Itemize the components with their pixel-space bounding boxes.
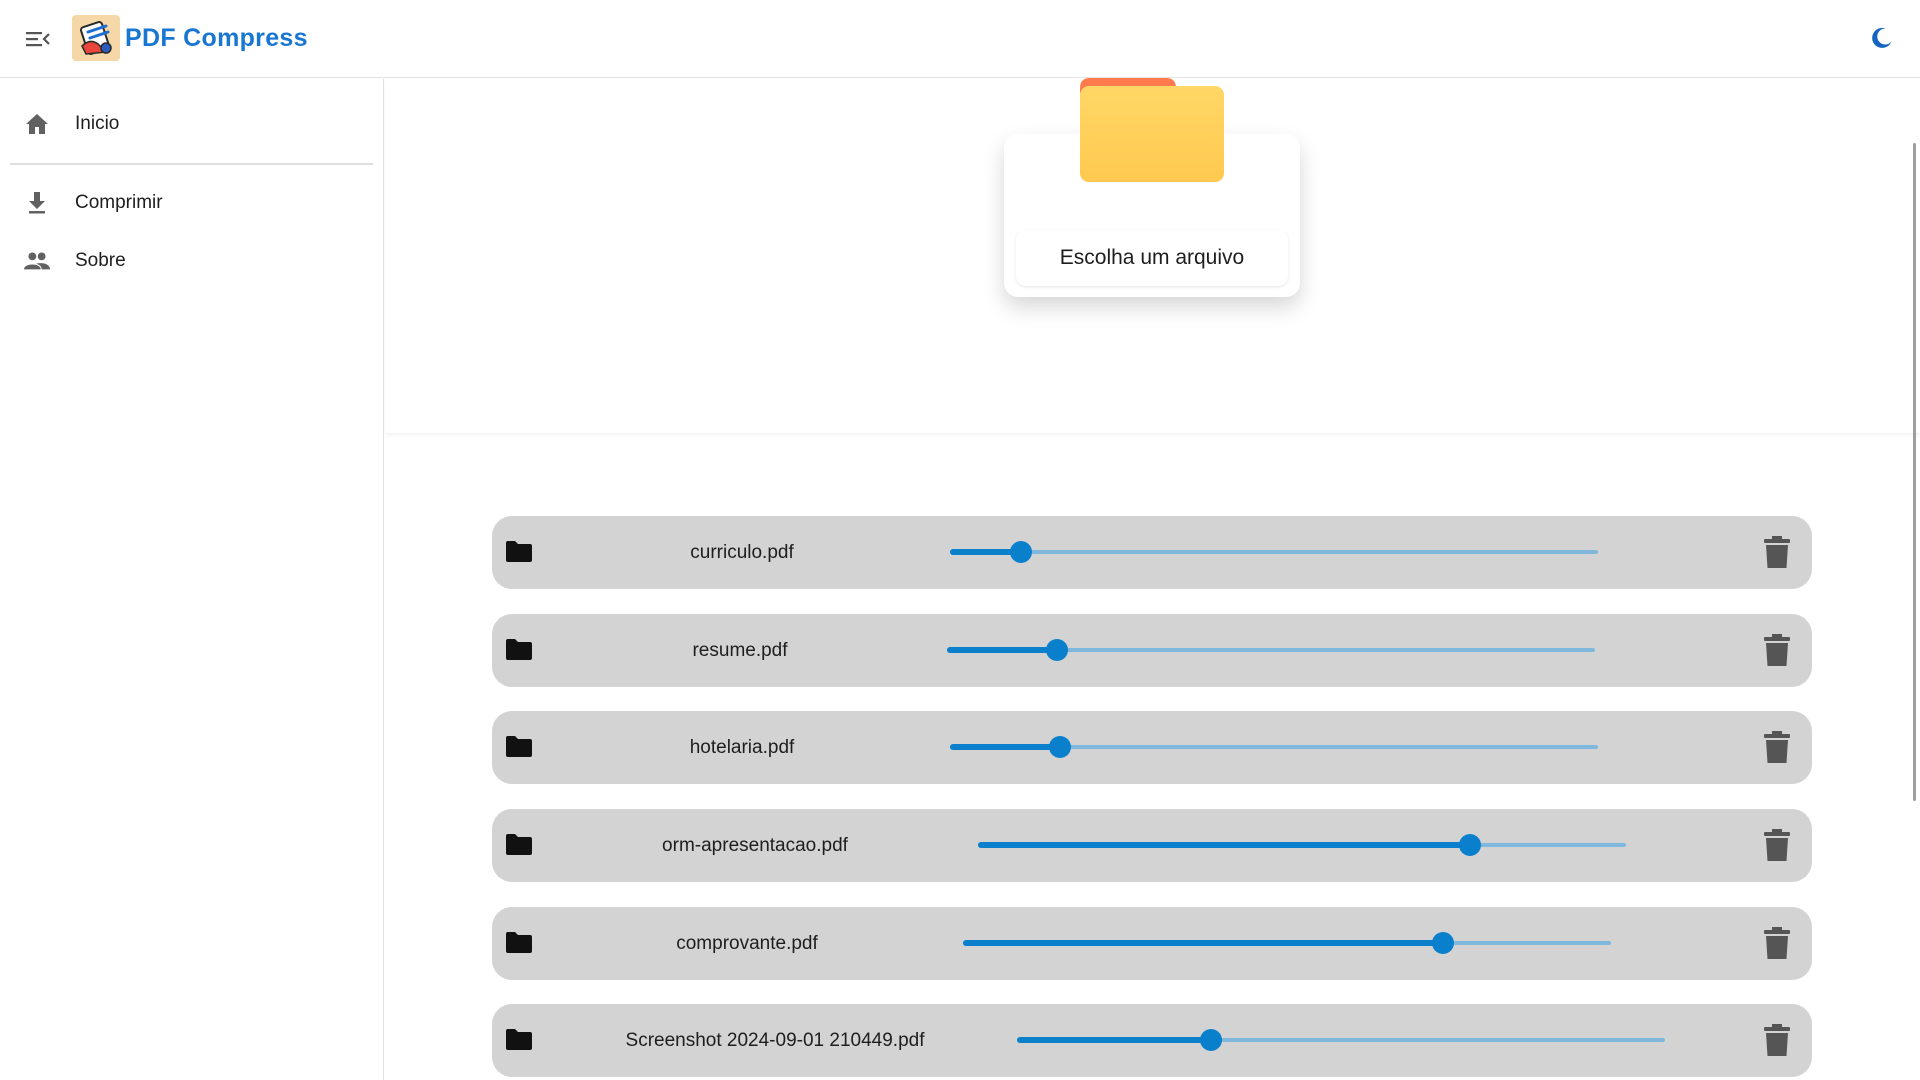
folder-icon[interactable] [506, 1028, 532, 1052]
scrollbar-thumb[interactable] [1913, 143, 1916, 801]
app-title[interactable]: PDF Compress [125, 24, 308, 53]
compression-slider[interactable] [947, 639, 1595, 661]
slider-thumb[interactable] [1010, 541, 1033, 563]
file-name: comprovante.pdf [676, 932, 818, 954]
folder-icon[interactable] [506, 540, 532, 564]
slider-thumb[interactable] [1049, 736, 1072, 758]
file-name: hotelaria.pdf [689, 736, 795, 758]
sidebar-item-label: Comprimir [75, 192, 163, 213]
folder-icon[interactable] [506, 833, 532, 857]
file-name: curriculo.pdf [690, 541, 794, 563]
delete-icon[interactable] [1763, 927, 1791, 959]
sidebar-item-inicio[interactable]: Inicio [0, 98, 384, 150]
slider-fill [963, 940, 1443, 946]
slider-thumb[interactable] [1459, 834, 1482, 856]
menu-open-icon[interactable] [20, 24, 56, 54]
slider-fill [1017, 1037, 1212, 1043]
choose-file-button[interactable]: Escolha um arquivo [1016, 230, 1288, 286]
file-row: orm-apresentacao.pdf [492, 809, 1812, 882]
folder-icon[interactable] [1080, 78, 1224, 182]
file-row: hotelaria.pdf [492, 711, 1812, 784]
file-row: comprovante.pdf [492, 907, 1812, 980]
compress-logo-icon[interactable] [72, 15, 120, 61]
delete-icon[interactable] [1763, 1024, 1791, 1056]
sidebar-item-sobre[interactable]: Sobre [0, 235, 384, 287]
delete-icon[interactable] [1763, 536, 1791, 568]
file-name: Screenshot 2024-09-01 210449.pdf [625, 1029, 925, 1051]
compression-slider[interactable] [978, 834, 1626, 856]
file-name: orm-apresentacao.pdf [662, 834, 848, 856]
people-icon [24, 248, 50, 274]
slider-fill [947, 647, 1058, 653]
slider-fill [950, 744, 1061, 750]
compression-slider[interactable] [1017, 1029, 1665, 1051]
home-icon [24, 111, 50, 137]
delete-icon[interactable] [1763, 731, 1791, 763]
download-icon [24, 190, 50, 216]
slider-thumb[interactable] [1200, 1029, 1223, 1051]
file-row: curriculo.pdf [492, 516, 1812, 589]
sidebar-divider [10, 163, 373, 165]
file-row: resume.pdf [492, 614, 1812, 687]
slider-track [950, 550, 1598, 554]
sidebar-item-comprimir[interactable]: Comprimir [0, 177, 384, 229]
compression-slider[interactable] [963, 932, 1611, 954]
slider-fill [978, 842, 1471, 848]
slider-thumb[interactable] [1431, 932, 1454, 954]
delete-icon[interactable] [1763, 634, 1791, 666]
slider-thumb[interactable] [1046, 639, 1069, 661]
file-row: Screenshot 2024-09-01 210449.pdf [492, 1004, 1812, 1077]
moon-icon[interactable] [1866, 22, 1898, 54]
app-header: PDF Compress [0, 0, 1920, 78]
compression-slider[interactable] [950, 541, 1598, 563]
folder-icon[interactable] [506, 638, 532, 662]
file-name: resume.pdf [692, 639, 788, 661]
main-scrollbar[interactable] [1911, 79, 1920, 1080]
compression-slider[interactable] [950, 736, 1598, 758]
sidebar-item-label: Inicio [75, 113, 120, 134]
delete-icon[interactable] [1763, 829, 1791, 861]
sidebar-item-label: Sobre [75, 250, 126, 271]
folder-icon[interactable] [506, 735, 532, 759]
sidebar: Inicio Comprimir Sobre [0, 79, 384, 1080]
folder-icon[interactable] [506, 931, 532, 955]
